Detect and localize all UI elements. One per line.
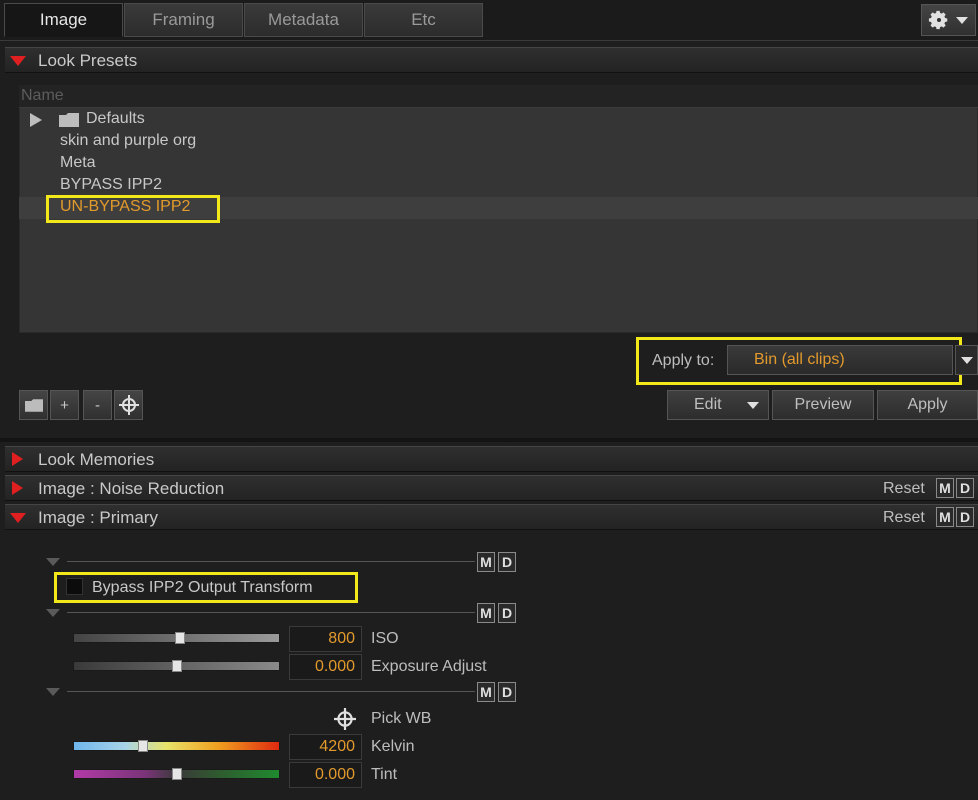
iso-slider[interactable] bbox=[73, 632, 280, 644]
slider-thumb[interactable] bbox=[138, 740, 148, 752]
panel-splitter[interactable] bbox=[0, 438, 978, 442]
tint-label: Tint bbox=[371, 766, 398, 783]
m-button[interactable]: M bbox=[477, 552, 495, 572]
divider bbox=[67, 561, 475, 562]
exposure-value-field[interactable]: 0.000 bbox=[289, 654, 362, 680]
expand-arrow-icon bbox=[30, 113, 42, 127]
group-collapse-icon[interactable] bbox=[46, 558, 60, 566]
slider-thumb[interactable] bbox=[172, 768, 182, 780]
collapse-arrow-icon bbox=[10, 56, 26, 66]
slider-thumb[interactable] bbox=[172, 660, 182, 672]
kelvin-label: Kelvin bbox=[371, 738, 415, 755]
section-title: Image : Noise Reduction bbox=[38, 479, 225, 498]
d-button[interactable]: D bbox=[498, 552, 516, 572]
section-title: Image : Primary bbox=[38, 508, 158, 527]
noise-reduction-header[interactable]: Image : Noise Reduction Reset M D bbox=[5, 475, 978, 501]
remove-preset-button[interactable]: - bbox=[83, 390, 112, 420]
slider-thumb[interactable] bbox=[175, 632, 185, 644]
reset-button[interactable]: Reset bbox=[883, 480, 925, 498]
d-button[interactable]: D bbox=[956, 507, 974, 527]
group-collapse-icon[interactable] bbox=[46, 688, 60, 696]
tint-value-field[interactable]: 0.000 bbox=[289, 762, 362, 788]
name-column-header[interactable]: Name bbox=[19, 85, 978, 108]
section-title: Look Presets bbox=[38, 51, 138, 70]
exposure-slider[interactable] bbox=[73, 660, 280, 672]
divider bbox=[67, 691, 475, 692]
preview-button[interactable]: Preview bbox=[772, 390, 874, 420]
d-button[interactable]: D bbox=[498, 682, 516, 702]
apply-to-dropdown-arrow[interactable] bbox=[955, 345, 978, 375]
pick-wb-crosshair-icon[interactable] bbox=[334, 708, 356, 730]
collapse-arrow-icon bbox=[10, 513, 26, 523]
kelvin-slider[interactable] bbox=[73, 740, 280, 752]
apply-to-dropdown[interactable]: Bin (all clips) bbox=[727, 345, 953, 375]
look-presets-header[interactable]: Look Presets bbox=[5, 47, 978, 73]
section-title: Look Memories bbox=[38, 450, 155, 469]
divider bbox=[67, 612, 475, 613]
apply-to-label: Apply to: bbox=[652, 352, 715, 369]
d-button[interactable]: D bbox=[956, 478, 974, 498]
gear-icon bbox=[928, 10, 948, 30]
chevron-down-icon bbox=[956, 17, 968, 24]
folder-icon bbox=[59, 113, 79, 127]
kelvin-value-field[interactable]: 4200 bbox=[289, 734, 362, 760]
tab-image[interactable]: Image bbox=[4, 3, 123, 37]
list-item[interactable]: Meta bbox=[19, 153, 978, 175]
folder-icon bbox=[24, 398, 43, 412]
tab-etc[interactable]: Etc bbox=[364, 3, 483, 37]
expand-arrow-icon bbox=[12, 452, 23, 466]
group-collapse-icon[interactable] bbox=[46, 609, 60, 617]
tab-metadata[interactable]: Metadata bbox=[244, 3, 363, 37]
iso-value-field[interactable]: 800 bbox=[289, 626, 362, 652]
pick-wb-label[interactable]: Pick WB bbox=[371, 710, 431, 728]
highlight-box bbox=[46, 195, 220, 223]
apply-button[interactable]: Apply bbox=[877, 390, 978, 420]
target-button[interactable] bbox=[114, 390, 143, 420]
expand-arrow-icon bbox=[12, 481, 23, 495]
d-button[interactable]: D bbox=[498, 603, 516, 623]
m-button[interactable]: M bbox=[936, 478, 954, 498]
folder-row-defaults[interactable]: Defaults bbox=[19, 109, 978, 131]
folder-label: Defaults bbox=[86, 110, 145, 127]
m-button[interactable]: M bbox=[477, 603, 495, 623]
m-button[interactable]: M bbox=[477, 682, 495, 702]
chevron-down-icon bbox=[961, 357, 973, 364]
tab-framing[interactable]: Framing bbox=[124, 3, 243, 37]
edit-button[interactable]: Edit bbox=[667, 390, 769, 420]
primary-header[interactable]: Image : Primary Reset M D bbox=[5, 504, 978, 530]
settings-menu-button[interactable] bbox=[921, 4, 976, 36]
iso-label: ISO bbox=[371, 630, 399, 647]
add-preset-button[interactable]: + bbox=[50, 390, 79, 420]
chevron-down-icon bbox=[747, 402, 759, 409]
list-item[interactable]: BYPASS IPP2 bbox=[19, 175, 978, 197]
reset-button[interactable]: Reset bbox=[883, 509, 925, 527]
m-button[interactable]: M bbox=[936, 507, 954, 527]
new-folder-button[interactable] bbox=[19, 390, 48, 420]
crosshair-icon bbox=[118, 395, 139, 415]
look-memories-header[interactable]: Look Memories bbox=[5, 446, 978, 472]
tint-slider[interactable] bbox=[73, 768, 280, 780]
exposure-label: Exposure Adjust bbox=[371, 658, 487, 675]
highlight-box bbox=[54, 572, 358, 603]
list-item[interactable]: skin and purple org bbox=[19, 131, 978, 153]
tab-bar: Image Framing Metadata Etc bbox=[0, 0, 978, 41]
